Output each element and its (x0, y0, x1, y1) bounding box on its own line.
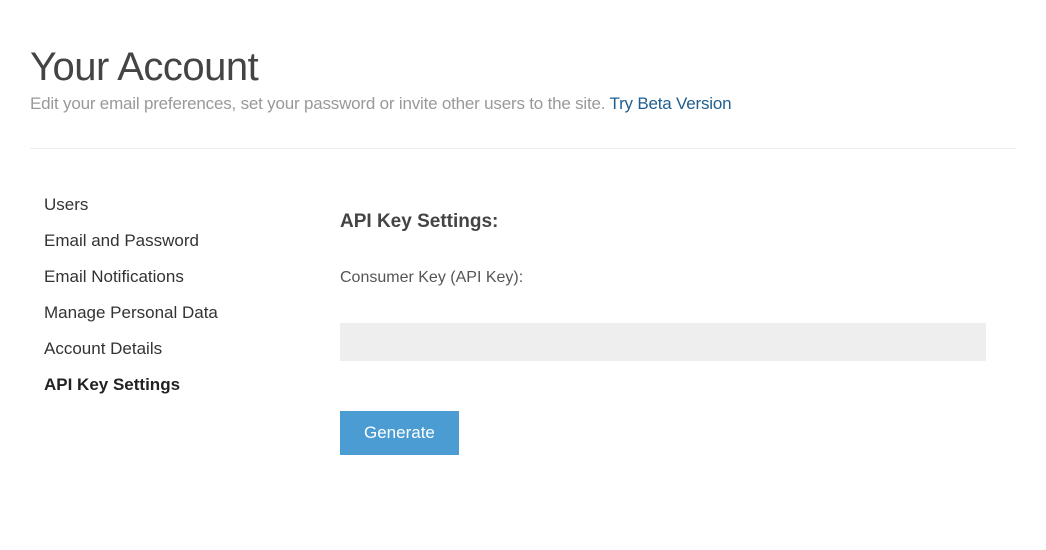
consumer-key-label: Consumer Key (API Key): (340, 269, 986, 287)
sidebar-item-email-password[interactable]: Email and Password (44, 223, 340, 259)
sidebar-item-api-key-settings[interactable]: API Key Settings (44, 367, 340, 403)
main-panel: API Key Settings: Consumer Key (API Key)… (340, 187, 1016, 455)
page-title: Your Account (30, 45, 1016, 90)
content-area: Users Email and Password Email Notificat… (30, 187, 1016, 455)
sidebar-item-manage-personal-data[interactable]: Manage Personal Data (44, 295, 340, 331)
divider (30, 148, 1016, 149)
sidebar-item-email-notifications[interactable]: Email Notifications (44, 259, 340, 295)
generate-button[interactable]: Generate (340, 411, 459, 455)
try-beta-link[interactable]: Try Beta Version (610, 94, 732, 113)
section-title: API Key Settings: (340, 211, 986, 233)
page-subtitle: Edit your email preferences, set your pa… (30, 94, 1016, 114)
sidebar-item-account-details[interactable]: Account Details (44, 331, 340, 367)
consumer-key-input[interactable] (340, 323, 986, 361)
subtitle-text: Edit your email preferences, set your pa… (30, 94, 610, 113)
sidebar: Users Email and Password Email Notificat… (30, 187, 340, 455)
sidebar-item-users[interactable]: Users (44, 187, 340, 223)
